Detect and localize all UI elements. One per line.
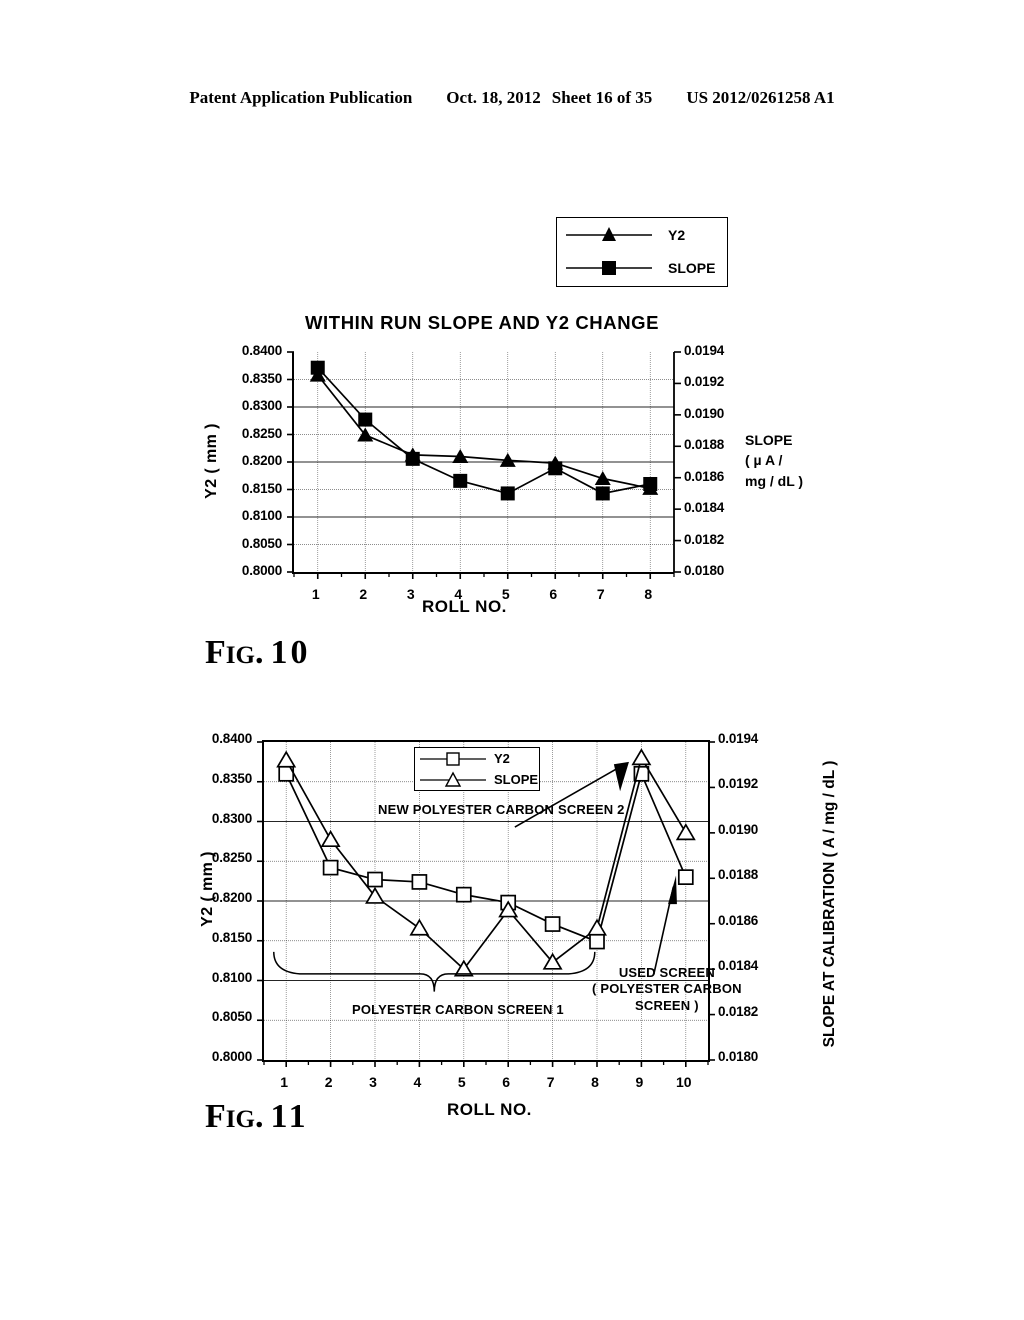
y2-tick-label: 0.0186 — [718, 912, 759, 928]
screen1-annotation: POLYESTER CARBON SCREEN 1 — [352, 1002, 564, 1017]
y-tick-label: 0.8350 — [211, 770, 252, 786]
y2-tick-label: 0.0182 — [718, 1003, 759, 1019]
y2-tick-label: 0.0192 — [718, 776, 759, 792]
x-tick-label: 5 — [457, 1074, 466, 1090]
x-tick-label: 2 — [324, 1074, 333, 1090]
x-tick-label: 8 — [591, 1074, 599, 1090]
figure-11: Y2 ( mm ) SLOPE AT CALIBRATION ( A / mg … — [0, 0, 1024, 1320]
x-tick-label: 6 — [502, 1074, 511, 1090]
x-tick-label: 1 — [280, 1074, 289, 1090]
open-triangle-marker — [420, 771, 486, 787]
y-tick-label: 0.8100 — [211, 969, 252, 985]
y2-tick-label: 0.0184 — [718, 958, 759, 974]
used-screen-annotation-line2: ( POLYESTER CARBON — [592, 981, 742, 997]
open-square-marker — [420, 752, 486, 766]
y2-tick-label: 0.0188 — [718, 867, 759, 883]
y2-tick-label: 0.0194 — [718, 731, 759, 746]
new-screen-annotation: NEW POLYESTER CARBON SCREEN 2 — [378, 802, 625, 817]
legend-label-slope: SLOPE — [494, 772, 539, 787]
y-tick-label: 0.8200 — [211, 890, 252, 905]
x-tick-label: 7 — [546, 1074, 555, 1090]
figure-11-x-axis-label: ROLL NO. — [447, 1100, 532, 1119]
x-tick-label: 4 — [413, 1074, 422, 1090]
y-tick-label: 0.8000 — [211, 1049, 252, 1064]
x-tick-label: 9 — [635, 1074, 644, 1090]
figure-11-legend: Y2 SLOPE — [414, 747, 540, 791]
x-tick-label: 3 — [369, 1074, 377, 1090]
legend-item-y2: Y2 — [415, 748, 539, 769]
patent-figure-page: Patent Application Publication Oct. 18, … — [0, 0, 1024, 1320]
y-tick-label: 0.8250 — [211, 850, 252, 866]
x-tick-label: 10 — [676, 1074, 692, 1090]
figure-11-right-axis-label: SLOPE AT CALIBRATION ( A / mg / dL ) — [821, 760, 838, 1048]
y-tick-label: 0.8150 — [211, 929, 252, 945]
figure-11-caption-number: 11 — [270, 1098, 309, 1135]
figure-11-caption: FIG. 11 — [205, 1098, 309, 1136]
legend-label-y2: Y2 — [494, 751, 510, 766]
figure-11-caption-ig: IG — [225, 1106, 255, 1133]
y-tick-label: 0.8050 — [211, 1009, 252, 1025]
figure-11-caption-f: F — [205, 1098, 226, 1135]
y2-tick-label: 0.0190 — [718, 821, 759, 837]
y2-tick-label: 0.0180 — [718, 1049, 759, 1064]
legend-item-slope: SLOPE — [415, 769, 539, 790]
y-tick-label: 0.8400 — [211, 731, 252, 746]
y-tick-label: 0.8300 — [211, 810, 252, 826]
